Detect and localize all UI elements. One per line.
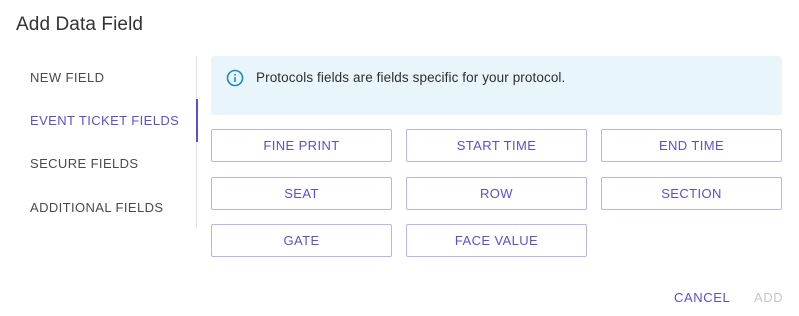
field-button-end-time[interactable]: END TIME (601, 129, 782, 162)
cancel-button[interactable]: CANCEL (674, 290, 730, 305)
field-button-row[interactable]: ROW (406, 177, 587, 210)
field-button-seat[interactable]: SEAT (211, 177, 392, 210)
info-banner: Protocols fields are fields specific for… (211, 56, 782, 115)
field-button-face-value[interactable]: FACE VALUE (406, 224, 587, 257)
info-text: Protocols fields are fields specific for… (256, 70, 566, 85)
field-button-gate[interactable]: GATE (211, 224, 392, 257)
dialog-title: Add Data Field (16, 14, 144, 35)
field-button-section[interactable]: SECTION (601, 177, 782, 210)
sidebar-item-event-ticket-fields[interactable]: EVENT TICKET FIELDS (0, 99, 198, 142)
sidebar-nav: NEW FIELD EVENT TICKET FIELDS SECURE FIE… (0, 56, 198, 229)
field-button-start-time[interactable]: START TIME (406, 129, 587, 162)
info-icon (226, 69, 244, 87)
field-button-fine-print[interactable]: FINE PRINT (211, 129, 392, 162)
sidebar-item-new-field[interactable]: NEW FIELD (0, 56, 197, 99)
add-button[interactable]: ADD (754, 290, 783, 305)
sidebar-item-secure-fields[interactable]: SECURE FIELDS (0, 142, 197, 185)
sidebar-item-additional-fields[interactable]: ADDITIONAL FIELDS (0, 186, 197, 229)
